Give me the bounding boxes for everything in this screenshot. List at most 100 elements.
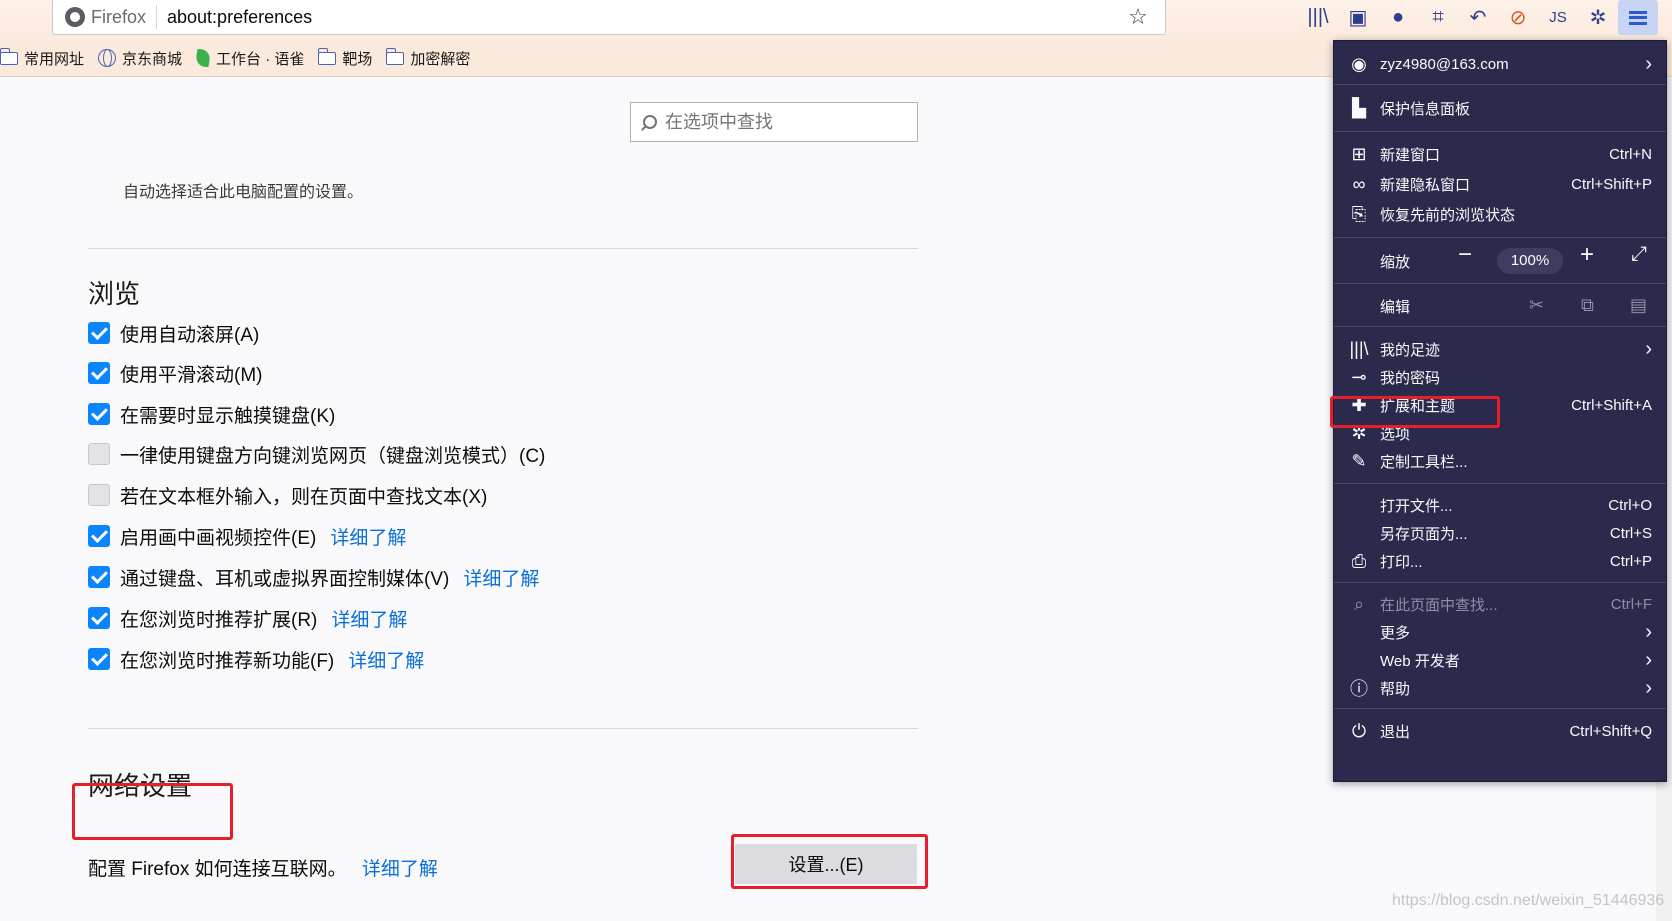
chevron-right-icon: ›: [1645, 620, 1652, 643]
menu-label: 更多: [1380, 624, 1411, 642]
checkbox-row[interactable]: 在您浏览时推荐新功能(F) 详细了解: [88, 646, 424, 672]
bookmark-item[interactable]: 常用网址: [0, 47, 85, 69]
account-icon[interactable]: ●: [1378, 0, 1418, 35]
cookie-icon[interactable]: ✲: [1578, 0, 1618, 35]
checkbox-checked[interactable]: [88, 525, 110, 547]
bookmark-item[interactable]: 加密解密: [385, 47, 471, 69]
menu-help[interactable]: ⓘ 帮助 ›: [1334, 673, 1666, 703]
screenshot-icon[interactable]: ⌗: [1418, 0, 1458, 35]
menu-label: 保护信息面板: [1380, 100, 1471, 118]
menu-label: 帮助: [1380, 680, 1411, 698]
library-icon[interactable]: |||\: [1298, 0, 1338, 35]
checkbox-row[interactable]: 若在文本框外输入，则在页面中查找文本(X): [88, 482, 487, 508]
menu-customize[interactable]: ✎ 定制工具栏...: [1334, 446, 1666, 476]
checkbox-label: 在您浏览时推荐扩展(R): [120, 609, 318, 631]
hamburger-menu-button[interactable]: [1618, 0, 1658, 35]
menu-web-developer[interactable]: Web 开发者 ›: [1334, 645, 1666, 675]
menu-shortcut: Ctrl+Shift+A: [1571, 396, 1652, 414]
search-input[interactable]: [665, 111, 905, 133]
menu-library[interactable]: |||\ 我的足迹 ›: [1334, 334, 1666, 364]
account-icon: ◉: [1351, 53, 1367, 74]
menu-label: 编辑: [1380, 298, 1411, 316]
menu-label: 我的足迹: [1380, 341, 1441, 359]
section-divider: [88, 728, 918, 729]
checkbox-unchecked[interactable]: [88, 484, 110, 506]
fullscreen-icon[interactable]: ⤢: [1631, 243, 1647, 266]
preferences-search[interactable]: [630, 102, 918, 142]
menu-label: 在此页面中查找...: [1380, 596, 1498, 614]
menu-label: Web 开发者: [1380, 652, 1460, 670]
bookmark-label: 京东商城: [122, 50, 183, 68]
toolbar-icons: |||\ ▣ ● ⌗ ↶ ⊘ JS ✲: [1298, 0, 1658, 35]
chevron-right-icon: ›: [1645, 337, 1652, 360]
bookmark-item[interactable]: 工作台 · 语雀: [194, 48, 304, 69]
bookmark-item[interactable]: 靶场: [317, 47, 373, 69]
learn-more-link[interactable]: 详细了解: [348, 646, 424, 673]
zoom-out-button[interactable]: −: [1458, 241, 1472, 269]
menu-print[interactable]: ⎙ 打印... Ctrl+P: [1334, 546, 1666, 576]
navigation-toolbar: Firefox about:preferences ☆ |||\ ▣ ● ⌗ ↶…: [0, 0, 1672, 40]
menu-new-private-window[interactable]: ∞ 新建隐私窗口 Ctrl+Shift+P: [1334, 169, 1666, 199]
menu-passwords[interactable]: ⊸ 我的密码: [1334, 362, 1666, 392]
menu-restore-session[interactable]: ⎘ 恢复先前的浏览状态: [1334, 199, 1666, 229]
copy-icon[interactable]: ⧉: [1581, 295, 1594, 316]
url-text[interactable]: about:preferences: [167, 7, 1127, 28]
checkbox-checked[interactable]: [88, 403, 110, 425]
cut-icon[interactable]: ✂: [1529, 295, 1544, 316]
learn-more-link[interactable]: 详细了解: [330, 523, 406, 550]
menu-shortcut: Ctrl+Shift+P: [1571, 175, 1652, 193]
zoom-in-button[interactable]: +: [1580, 241, 1594, 269]
menu-separator: [1334, 326, 1666, 327]
menu-protection-dashboard[interactable]: ▙ 保护信息面板: [1334, 93, 1666, 123]
menu-new-window[interactable]: ⊞ 新建窗口 Ctrl+N: [1334, 139, 1666, 169]
zoom-reset-button[interactable]: 100%: [1497, 248, 1563, 274]
checkbox-row[interactable]: 启用画中画视频控件(E) 详细了解: [88, 523, 406, 549]
menu-quit[interactable]: ⏻ 退出 Ctrl+Shift+Q: [1334, 716, 1666, 746]
menu-save-page[interactable]: 另存页面为... Ctrl+S: [1334, 518, 1666, 548]
menu-shortcut: Ctrl+P: [1609, 552, 1652, 570]
leaf-icon: [194, 49, 212, 67]
checkbox-row[interactable]: 通过键盘、耳机或虚拟界面控制媒体(V) 详细了解: [88, 564, 539, 590]
menu-shortcut: Ctrl+S: [1609, 524, 1652, 542]
checkbox-checked[interactable]: [88, 566, 110, 588]
bookmark-label: 常用网址: [24, 50, 85, 68]
menu-open-file[interactable]: 打开文件... Ctrl+O: [1334, 490, 1666, 520]
checkbox-label: 在需要时显示触摸键盘(K): [120, 405, 336, 427]
learn-more-link[interactable]: 详细了解: [463, 564, 539, 591]
checkbox-checked[interactable]: [88, 648, 110, 670]
sidebar-icon[interactable]: ▣: [1338, 0, 1378, 35]
bookmark-label: 靶场: [342, 50, 373, 68]
js-icon[interactable]: JS: [1538, 0, 1578, 35]
blocker-icon[interactable]: ⊘: [1498, 0, 1538, 35]
menu-more[interactable]: 更多 ›: [1334, 617, 1666, 647]
checkbox-row[interactable]: 在需要时显示触摸键盘(K): [88, 401, 335, 427]
menu-label: zyz4980@163.com: [1380, 55, 1509, 73]
bookmark-item[interactable]: 京东商城: [98, 48, 182, 69]
highlight-box: [731, 834, 928, 889]
menu-separator: [1334, 483, 1666, 484]
learn-more-link[interactable]: 详细了解: [331, 605, 407, 632]
url-bar[interactable]: Firefox about:preferences ☆: [52, 0, 1166, 35]
checkbox-unchecked[interactable]: [88, 443, 110, 465]
menu-account[interactable]: ◉ zyz4980@163.com ›: [1334, 47, 1666, 81]
paste-icon[interactable]: ▤: [1630, 295, 1647, 316]
checkbox-row[interactable]: 在您浏览时推荐扩展(R) 详细了解: [88, 605, 407, 631]
checkbox-row[interactable]: 一律使用键盘方向键浏览网页（键盘浏览模式）(C): [88, 441, 545, 467]
menu-label: 新建窗口: [1380, 146, 1441, 164]
menu-label: 退出: [1380, 723, 1411, 741]
network-desc-text: 配置 Firefox 如何连接互联网。: [88, 859, 347, 880]
menu-separator: [1334, 708, 1666, 709]
undo-icon[interactable]: ↶: [1458, 0, 1498, 35]
highlight-box: [72, 783, 233, 840]
checkbox-checked[interactable]: [88, 362, 110, 384]
bookmark-label: 加密解密: [410, 50, 471, 68]
menu-find-in-page: ⌕ 在此页面中查找... Ctrl+F: [1334, 589, 1666, 619]
learn-more-link[interactable]: 详细了解: [362, 859, 438, 880]
checkbox-row[interactable]: 使用自动滚屏(A): [88, 320, 259, 346]
checkbox-row[interactable]: 使用平滑滚动(M): [88, 360, 262, 386]
checkbox-checked[interactable]: [88, 607, 110, 629]
checkbox-checked[interactable]: [88, 322, 110, 344]
help-icon: ⓘ: [1350, 679, 1368, 699]
menu-shortcut: Ctrl+N: [1609, 145, 1652, 163]
bookmark-star-icon[interactable]: ☆: [1127, 4, 1149, 30]
